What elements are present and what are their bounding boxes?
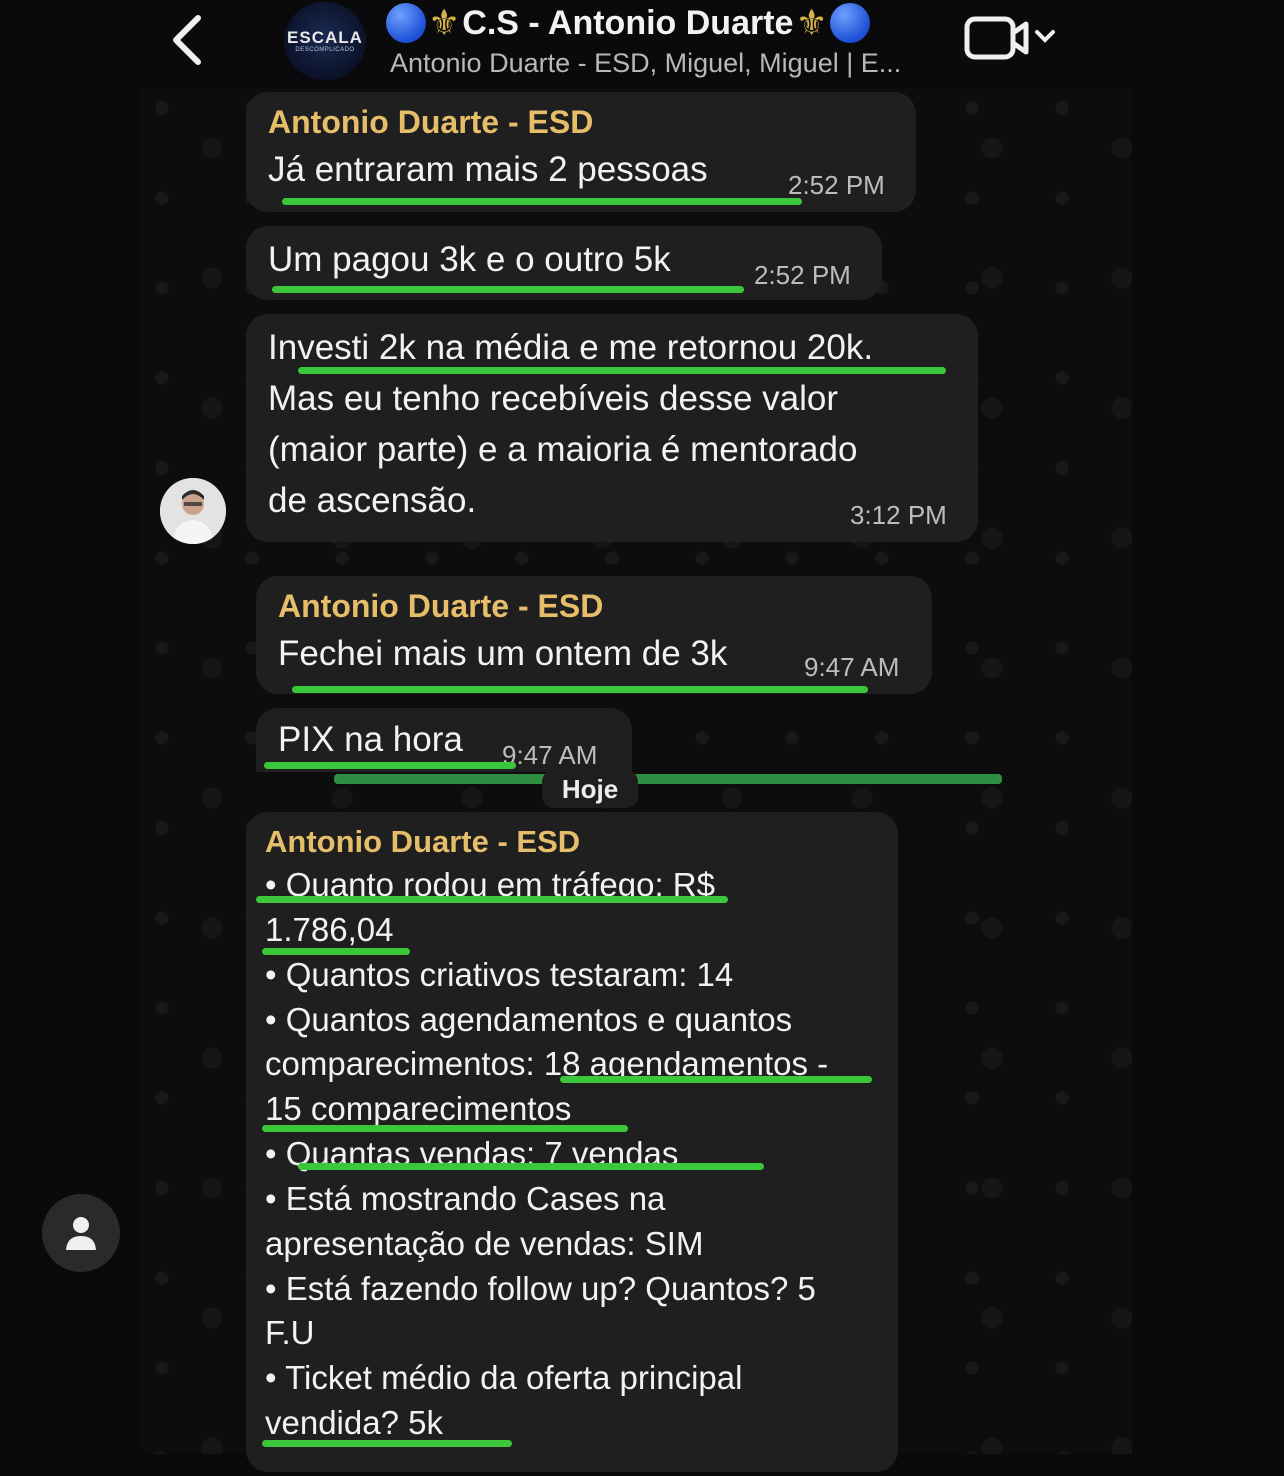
message-time: 2:52 PM [788, 170, 885, 200]
day-separator: Hoje [542, 770, 638, 808]
message-text-line: Mas eu tenho recebíveis desse valor [268, 379, 839, 418]
message-sender: Antonio Duarte - ESD [278, 588, 604, 624]
chat-title-area[interactable]: ⚜ C.S - Antonio Duarte ⚜ Antonio Duarte … [386, 0, 946, 88]
message-text-line: (maior parte) e a maioria é mentorado [268, 430, 858, 469]
highlight-underline [282, 198, 802, 205]
report-line: • Quantos agendamentos e quantos [265, 1001, 793, 1038]
message-time: 9:47 AM [804, 652, 900, 682]
fleur-de-lis-icon: ⚜ [795, 2, 828, 43]
message-bubble[interactable]: Investi 2k na média e me retornou 20k. M… [246, 314, 978, 542]
message-text: Um pagou 3k e o outro 5k [268, 240, 671, 279]
report-line: apresentação de vendas: SIM [265, 1225, 704, 1262]
group-avatar-logo-subtext: DESCOMPLICADO [295, 47, 355, 53]
message-text: Já entraram mais 2 pessoas [268, 150, 708, 189]
contact-button[interactable] [42, 1194, 120, 1272]
report-line: 1.786,04 [265, 911, 394, 948]
group-avatar-logo-text: ESCALA [287, 28, 363, 47]
highlight-underline [298, 367, 946, 374]
person-icon [66, 1217, 96, 1250]
message-sender: Antonio Duarte - ESD [268, 104, 594, 140]
highlight-underline [334, 774, 1002, 784]
sender-avatar[interactable] [160, 478, 226, 544]
report-line: 15 comparecimentos [265, 1090, 572, 1127]
message-time: 3:12 PM [850, 500, 947, 530]
message-text-line: de ascensão. [268, 481, 477, 520]
highlight-underline [264, 762, 516, 769]
report-line: • Está fazendo follow up? Quantos? 5 [265, 1270, 816, 1307]
highlight-underline [298, 1163, 764, 1170]
report-line: • Ticket médio da oferta principal [265, 1359, 743, 1396]
chat-header: ESCALA DESCOMPLICADO ⚜ C.S - Antonio Dua… [0, 0, 1284, 88]
video-call-icon[interactable] [964, 16, 1060, 60]
report-line: vendida? 5k [265, 1404, 443, 1441]
highlight-underline [262, 1440, 512, 1447]
blue-circle-icon [386, 3, 426, 43]
chat-title: C.S - Antonio Duarte [462, 3, 794, 42]
back-chevron-icon[interactable] [166, 10, 216, 70]
group-avatar[interactable]: ESCALA DESCOMPLICADO [284, 2, 366, 80]
message-text: Fechei mais um ontem de 3k [278, 634, 728, 673]
message-text-line: Investi 2k na média e me retornou 20k. [268, 328, 874, 367]
report-line: • Está mostrando Cases na [265, 1180, 666, 1217]
highlight-underline [262, 1125, 628, 1132]
message-time: 2:52 PM [754, 260, 851, 290]
message-sender: Antonio Duarte - ESD [265, 824, 581, 859]
blue-circle-icon [829, 3, 870, 43]
chat-subtitle: Antonio Duarte - ESD, Miguel, Miguel | E… [390, 48, 902, 78]
report-line: • Quantos criativos testaram: 14 [265, 956, 734, 993]
highlight-underline [272, 286, 744, 293]
message-bubble[interactable]: Antonio Duarte - ESD Já entraram mais 2 … [246, 92, 916, 212]
highlight-underline [560, 1076, 872, 1083]
person-photo-icon [160, 478, 226, 544]
highlight-underline [292, 686, 868, 693]
message-bubble[interactable]: Antonio Duarte - ESD Fechei mais um onte… [256, 576, 932, 694]
report-message-bubble[interactable]: Antonio Duarte - ESD • Quanto rodou em t… [246, 812, 898, 1472]
highlight-underline [262, 948, 410, 955]
chevron-down-icon [1035, 30, 1055, 43]
highlight-underline [256, 896, 728, 903]
report-line: F.U [265, 1314, 315, 1351]
fleur-de-lis-icon: ⚜ [428, 2, 461, 43]
message-time: 9:47 AM [502, 740, 598, 770]
message-text: PIX na hora [278, 720, 463, 759]
